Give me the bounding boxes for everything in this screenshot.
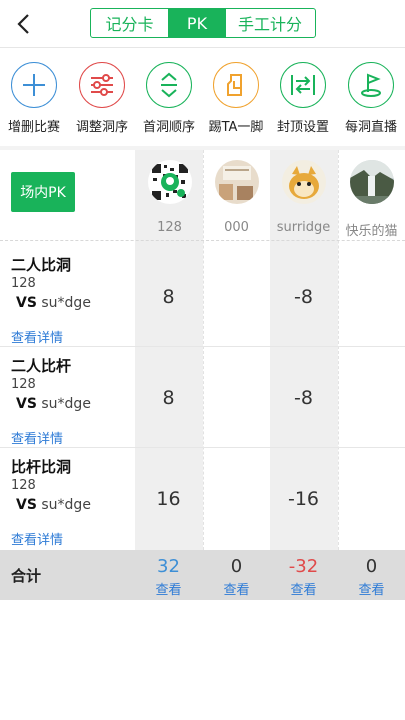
chevron-left-icon (17, 14, 29, 34)
game-player: 128 (11, 377, 36, 392)
sliders-icon (79, 62, 125, 108)
total-value: 0 (365, 556, 378, 577)
cap-arrows-icon (280, 62, 326, 108)
total-value: 0 (230, 556, 243, 577)
player-column-header[interactable]: 快乐的猫 (338, 160, 405, 239)
game-title: 二人比洞 (11, 256, 72, 274)
tool-label: 踢TA一脚 (208, 120, 264, 135)
view-link[interactable]: 查看 (135, 579, 202, 598)
avatar (281, 160, 326, 204)
score-cell: 16 (156, 488, 181, 510)
golf-flag-icon (348, 62, 394, 108)
adjust-hole-order-button[interactable]: 调整洞序 (67, 62, 137, 135)
vs-label: VS (16, 396, 37, 412)
pk-table: 场内PK 128 000 surridge 快乐的猫 二人比洞 128 VS s… (0, 150, 405, 600)
opponent-name: su*dge (41, 396, 91, 412)
total-cell: 32 查看 (135, 556, 202, 598)
totals-label: 合计 (11, 567, 42, 585)
view-details-link[interactable]: 查看详情 (11, 529, 63, 548)
plus-icon (11, 62, 57, 108)
top-bar: 记分卡 PK 手工计分 (0, 0, 405, 48)
avatar (214, 160, 259, 204)
live-per-hole-button[interactable]: 每洞直播 (336, 62, 405, 135)
player-name: 128 (157, 220, 182, 235)
score-cell: -8 (294, 286, 313, 308)
tool-label: 首洞顺序 (142, 120, 195, 135)
score-cell: 8 (162, 387, 175, 409)
player-name: 快乐的猫 (345, 224, 398, 239)
row-divider (0, 447, 405, 448)
avatar (147, 160, 192, 204)
mode-tabs: 记分卡 PK 手工计分 (90, 8, 316, 38)
player-name: surridge (276, 220, 331, 235)
game-player: 128 (11, 276, 36, 291)
total-value: 32 (157, 556, 180, 577)
game-player: 128 (11, 478, 36, 493)
header-divider (0, 240, 405, 241)
action-toolbar: 增删比赛 调整洞序 首洞顺序 踢TA一脚 封顶设置 每洞直播 (0, 48, 405, 146)
view-details-link[interactable]: 查看详情 (11, 428, 63, 447)
tool-label: 封顶设置 (276, 120, 329, 135)
score-cell: -8 (294, 387, 313, 409)
tab-pk[interactable]: PK (169, 9, 226, 37)
first-hole-order-button[interactable]: 首洞顺序 (134, 62, 204, 135)
add-remove-game-button[interactable]: 增删比赛 (0, 62, 69, 135)
view-link[interactable]: 查看 (270, 579, 337, 598)
tool-label: 增删比赛 (7, 120, 60, 135)
field-pk-button[interactable]: 场内PK (11, 172, 75, 212)
game-title: 比杆比洞 (11, 458, 72, 476)
cap-settings-button[interactable]: 封顶设置 (268, 62, 338, 135)
player-column-header[interactable]: 000 (203, 160, 270, 235)
player-name: 000 (224, 220, 249, 235)
opponent-name: su*dge (41, 497, 91, 513)
opponent-name: su*dge (41, 295, 91, 311)
back-button[interactable] (12, 10, 38, 38)
tab-manual-score[interactable]: 手工计分 (226, 9, 314, 37)
view-details-link[interactable]: 查看详情 (11, 327, 63, 346)
total-cell: 0 查看 (338, 556, 405, 598)
totals-bar: 合计 32 查看 0 查看 -32 查看 0 查看 (0, 550, 405, 600)
score-cell: 8 (162, 286, 175, 308)
game-opponent: VS su*dge (16, 295, 91, 311)
game-title: 二人比杆 (11, 357, 72, 375)
total-cell: -32 查看 (270, 556, 337, 598)
kick-icon (213, 62, 259, 108)
total-cell: 0 查看 (203, 556, 270, 598)
avatar (349, 160, 394, 204)
total-value: -32 (288, 556, 319, 577)
vs-label: VS (16, 295, 37, 311)
up-down-icon (146, 62, 192, 108)
score-cell: -16 (287, 488, 320, 510)
game-opponent: VS su*dge (16, 396, 91, 412)
vs-label: VS (16, 497, 37, 513)
view-link[interactable]: 查看 (203, 579, 270, 598)
player-column-header[interactable]: 128 (136, 160, 203, 235)
tool-label: 每洞直播 (344, 120, 397, 135)
tab-scorecard[interactable]: 记分卡 (91, 9, 169, 37)
kick-button[interactable]: 踢TA一脚 (201, 62, 271, 135)
row-divider (0, 346, 405, 347)
player-column-header[interactable]: surridge (270, 160, 337, 235)
game-opponent: VS su*dge (16, 497, 91, 513)
view-link[interactable]: 查看 (338, 579, 405, 598)
tool-label: 调整洞序 (75, 120, 128, 135)
